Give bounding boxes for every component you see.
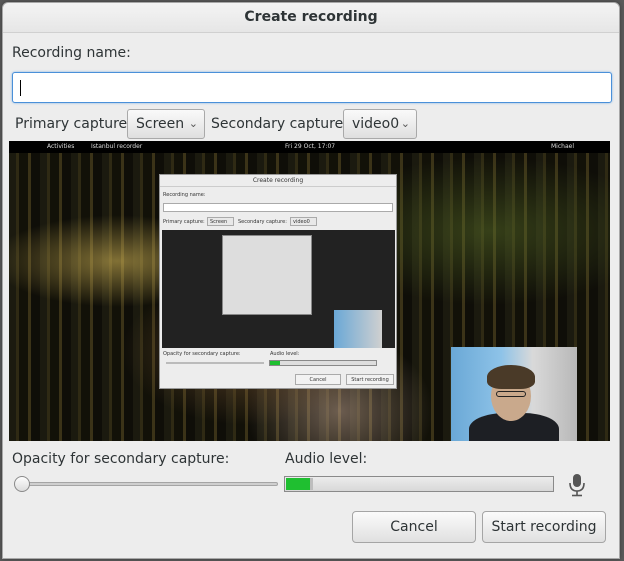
chevron-down-icon: ⌄ <box>188 117 198 130</box>
text-caret <box>20 80 21 96</box>
nested-name-label: Recording name: <box>163 192 206 198</box>
chevron-down-icon: ⌄ <box>400 117 410 130</box>
audio-level-bar <box>284 476 554 492</box>
secondary-capture-select[interactable]: video0 ⌄ <box>343 109 417 139</box>
nested-dialog-title: Create recording <box>160 175 396 187</box>
cancel-button[interactable]: Cancel <box>352 511 476 543</box>
opacity-slider-handle[interactable] <box>14 476 30 492</box>
nested-primary-label: Primary capture: <box>163 219 205 225</box>
nested-webcam <box>334 310 382 348</box>
nested-cancel-button: Cancel <box>295 374 341 385</box>
dialog-title: Create recording <box>3 3 619 33</box>
preview-nested-dialog: Create recording Recording name: Primary… <box>159 174 397 389</box>
primary-capture-value: Screen <box>136 116 185 132</box>
preview-activities-label: Activities <box>47 143 75 150</box>
capture-preview: Activities Istanbul recorder Fri 29 Oct,… <box>9 141 610 441</box>
nested-primary-select: Screen <box>207 217 234 226</box>
nested-opacity-label: Opacity for secondary capture: <box>163 351 241 357</box>
opacity-slider-track[interactable] <box>15 482 278 486</box>
nested-audio-label: Audio level: <box>270 351 300 357</box>
nested-secondary-label: Secondary capture: <box>238 219 287 225</box>
audio-level-label: Audio level: <box>285 451 368 467</box>
audio-level-peak <box>310 478 313 490</box>
preview-user: Michael <box>551 143 574 150</box>
preview-clock: Fri 29 Oct, 17:07 <box>285 143 336 150</box>
microphone-icon <box>569 474 585 497</box>
nested-nested-dialog <box>222 235 312 315</box>
nested-name-input <box>163 203 393 212</box>
nested-start-button: Start recording <box>346 374 394 385</box>
webcam-person-hair <box>487 365 535 389</box>
nested-secondary-select: video0 <box>290 217 317 226</box>
primary-capture-label: Primary capture: <box>15 116 132 132</box>
webcam-person-glasses <box>496 391 526 397</box>
nested-level-fill <box>270 361 280 365</box>
nested-level-bar <box>269 360 377 366</box>
secondary-capture-value: video0 <box>352 116 400 132</box>
preview-app-label: Istanbul recorder <box>91 143 143 150</box>
nested-opacity-slider <box>166 362 264 364</box>
opacity-label: Opacity for secondary capture: <box>12 451 230 467</box>
primary-capture-select[interactable]: Screen ⌄ <box>127 109 205 139</box>
recording-name-input[interactable] <box>12 72 612 103</box>
audio-level-fill <box>286 478 310 490</box>
secondary-capture-label: Secondary capture: <box>211 116 348 132</box>
start-recording-button[interactable]: Start recording <box>482 511 606 543</box>
nested-preview <box>162 230 395 348</box>
secondary-capture-overlay <box>451 347 577 441</box>
recording-name-label: Recording name: <box>12 45 131 61</box>
preview-top-bar: Activities Istanbul recorder Fri 29 Oct,… <box>9 141 610 153</box>
